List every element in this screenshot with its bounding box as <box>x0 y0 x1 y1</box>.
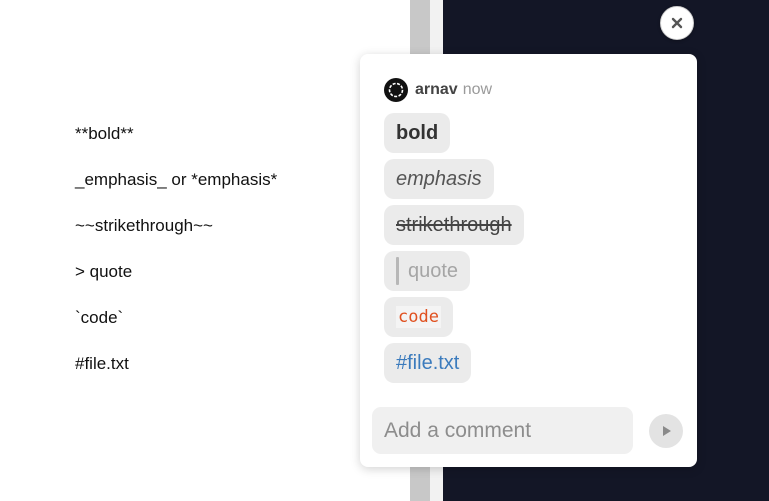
send-icon <box>663 426 671 436</box>
chip-quote-text: quote <box>408 259 459 282</box>
editor-line-quote[interactable]: > quote <box>75 262 132 282</box>
chip-file-link[interactable]: #file.txt <box>384 343 472 383</box>
comment-timestamp: now <box>462 81 493 98</box>
editor-line-code[interactable]: `code` <box>75 308 123 328</box>
chip-strikethrough: strikethrough <box>384 205 524 245</box>
chip-bold-text: bold <box>396 121 439 144</box>
comment-header: arnav now <box>384 78 492 102</box>
quote-bar <box>396 257 399 285</box>
editor-line-emphasis[interactable]: _emphasis_ or *emphasis* <box>75 170 277 190</box>
chip-emphasis-text: emphasis <box>396 167 482 190</box>
send-button[interactable] <box>649 414 683 448</box>
chip-quote: quote <box>384 251 471 291</box>
comment-input[interactable] <box>372 407 633 454</box>
chip-strikethrough-text: strikethrough <box>396 213 512 236</box>
markdown-editor[interactable]: **bold** _emphasis_ or *emphasis* ~~stri… <box>0 0 410 501</box>
close-icon <box>671 17 683 29</box>
avatar-icon <box>384 78 408 102</box>
editor-line-file[interactable]: #file.txt <box>75 354 129 374</box>
comment-panel: arnav now bold emphasis strikethrough qu… <box>360 54 697 467</box>
editor-line-bold[interactable]: **bold** <box>75 124 134 144</box>
chip-emphasis: emphasis <box>384 159 494 199</box>
chip-code-text: code <box>396 306 441 328</box>
comment-author: arnav <box>415 81 458 98</box>
chip-code: code <box>384 297 453 337</box>
chip-file-text[interactable]: #file.txt <box>396 352 459 375</box>
chip-bold: bold <box>384 113 451 153</box>
close-button[interactable] <box>660 6 694 40</box>
editor-line-strikethrough[interactable]: ~~strikethrough~~ <box>75 216 213 236</box>
